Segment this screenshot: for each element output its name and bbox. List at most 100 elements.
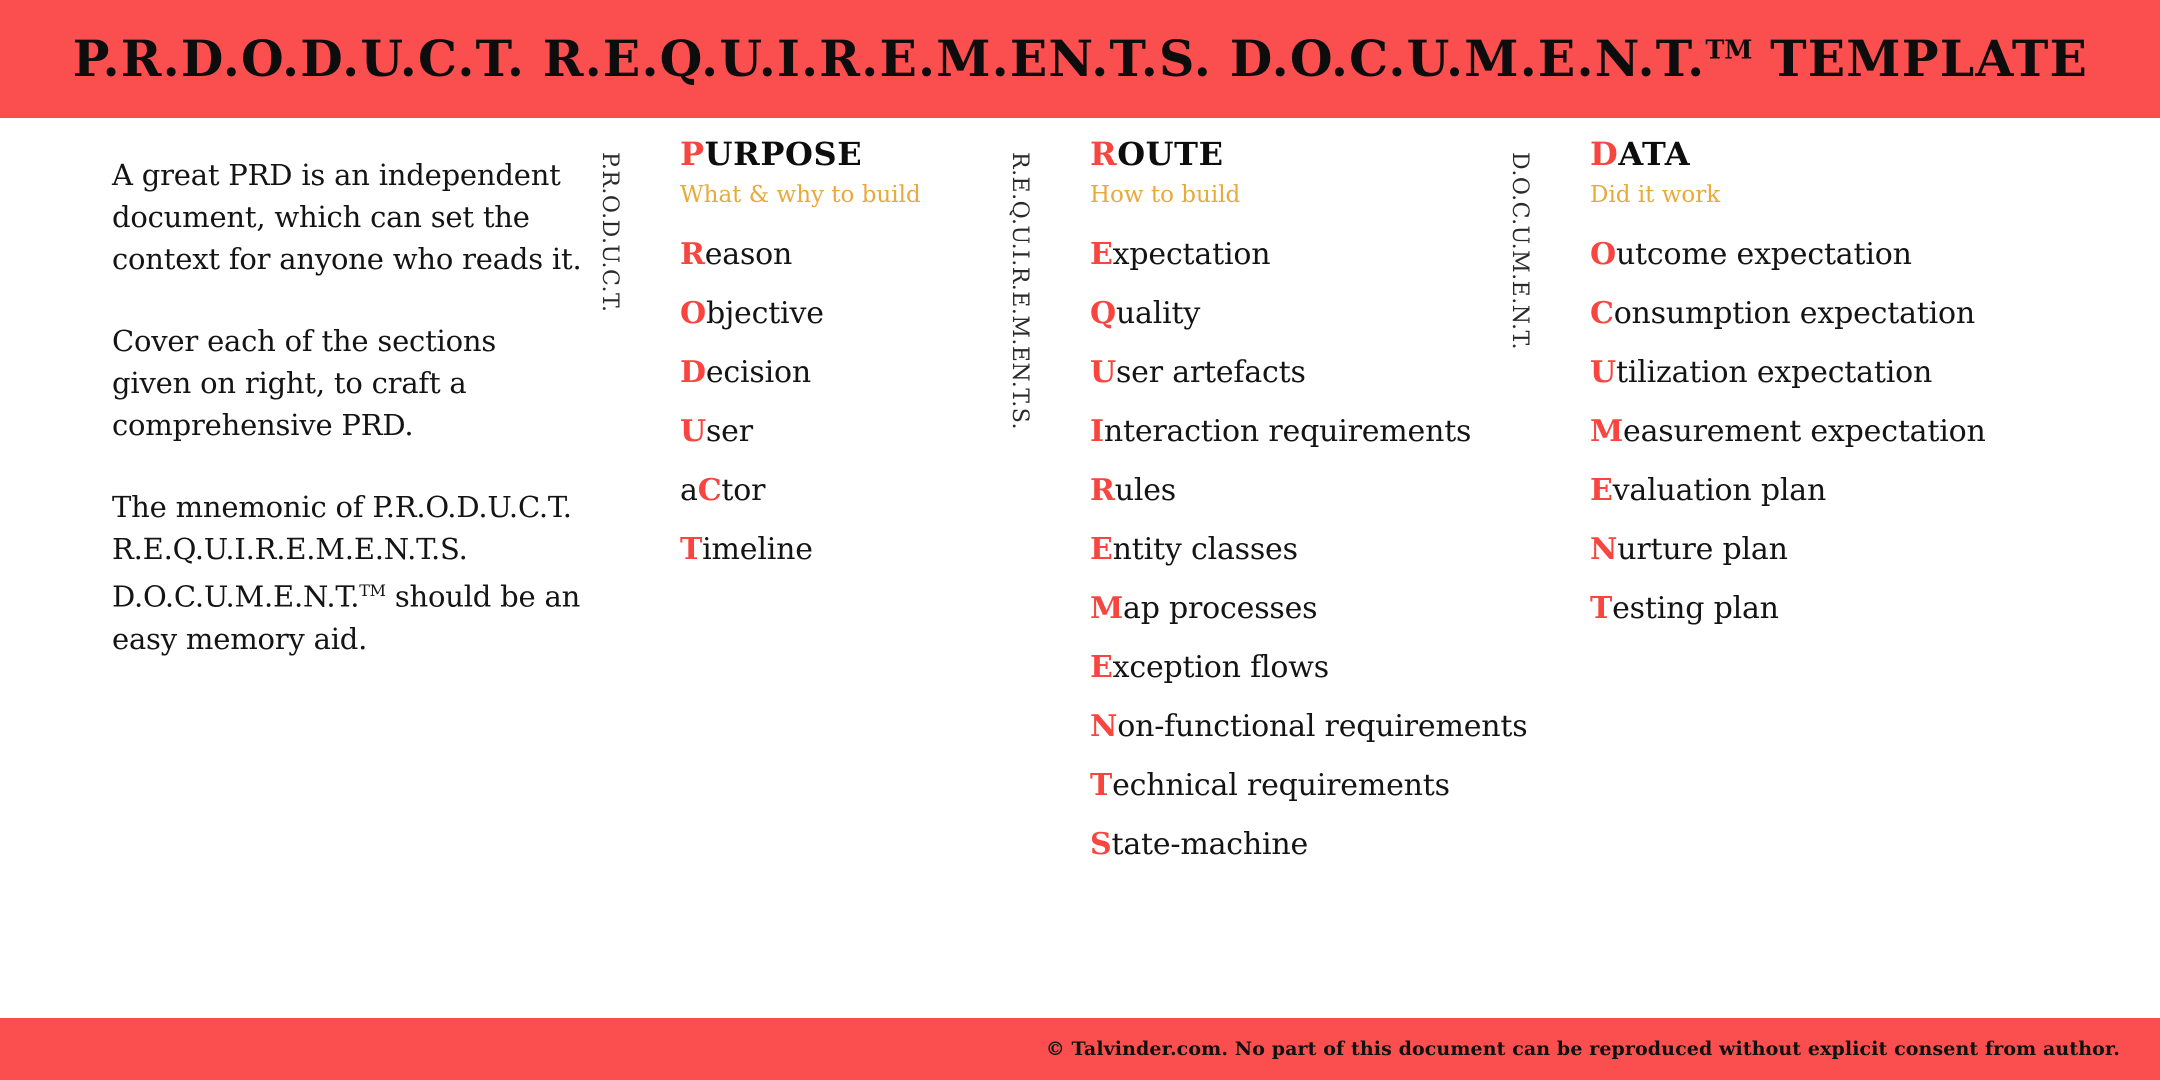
list-item: Quality (1090, 299, 1530, 329)
list-item-prefix: a (680, 473, 698, 508)
intro-paragraph-1: A great PRD is an independent document, … (112, 158, 582, 276)
list-item-lead-letter: E (1090, 532, 1113, 567)
list-item-lead-letter: E (1090, 237, 1113, 272)
list-item: Utilization expectation (1590, 358, 2090, 388)
list-item-lead-letter: T (1590, 591, 1613, 626)
list-item-lead-letter: O (1590, 237, 1616, 272)
section-subtitle-purpose: What & why to build (680, 182, 921, 208)
intro-paragraph-3: The mnemonic of P.R.O.D.U.C.T. R.E.Q.U.I… (112, 486, 582, 660)
list-item-label: ap processes (1123, 591, 1318, 626)
list-item: Decision (680, 358, 950, 388)
list-item-label: xpectation (1112, 237, 1271, 272)
list-item-lead-letter: E (1590, 473, 1613, 508)
title-suffix: TEMPLATE (1769, 29, 2088, 88)
list-item-label: utcome expectation (1615, 237, 1912, 272)
list-item-lead-letter: N (1590, 532, 1618, 567)
section-route-items: Expectation Quality User artefacts Interact… (1090, 240, 1530, 860)
section-subtitle-route: How to build (1090, 182, 1241, 208)
intro-paragraph-2: Cover each of the sections given on righ… (112, 324, 497, 442)
section-title-lead: R (1090, 135, 1118, 173)
list-item-label: imeline (702, 532, 813, 567)
section-data-items: Outcome expectation Consumption expectati… (1590, 240, 2090, 624)
list-item-label: on-functional requirements (1117, 709, 1528, 744)
list-item: Expectation (1090, 240, 1530, 270)
section-title-rest: URPOSE (704, 135, 863, 173)
list-item: aCtor (680, 476, 950, 506)
intro-column: A great PRD is an independent document, … (112, 154, 582, 660)
section-route-content: ROUTE How to build Expectation Quality Use… (1090, 138, 1530, 860)
vertical-label-document: D.O.C.U.M.E.N.T. (1507, 152, 1532, 350)
list-item-lead-letter: U (680, 414, 706, 449)
list-item: Rules (1090, 476, 1530, 506)
list-item-label: tor (721, 473, 766, 508)
list-item: Testing plan (1590, 594, 2090, 624)
list-item: User artefacts (1090, 358, 1530, 388)
title-trademark-icon: TM (1705, 35, 1753, 66)
list-item-lead-letter: N (1090, 709, 1118, 744)
list-item-label: onsumption expectation (1613, 296, 1976, 331)
list-item-label: ecision (705, 355, 811, 390)
list-item: Nurture plan (1590, 535, 2090, 565)
section-title-rest: ATA (1618, 135, 1691, 173)
list-item: Technical requirements (1090, 771, 1530, 801)
list-item-lead-letter: M (1590, 414, 1624, 449)
footer-bar: © Talvinder.com. No part of this documen… (0, 1018, 2160, 1080)
section-subtitle-data: Did it work (1590, 182, 1721, 208)
list-item-label: nteraction requirements (1103, 414, 1472, 449)
section-title-rest: OUTE (1117, 135, 1224, 173)
list-item: Timeline (680, 535, 950, 565)
list-item-label: tilization expectation (1615, 355, 1933, 390)
section-title-purpose: PURPOSE (680, 138, 950, 170)
list-item: Reason (680, 240, 950, 270)
list-item-lead-letter: U (1590, 355, 1616, 390)
list-item: Exception flows (1090, 653, 1530, 683)
section-purpose-items: Reason Objective Decision User aCtor Timeline (680, 240, 950, 565)
list-item-lead-letter: T (680, 532, 703, 567)
list-item: Non-functional requirements (1090, 712, 1530, 742)
list-item-lead-letter: R (1090, 473, 1115, 508)
list-item-label: ser artefacts (1115, 355, 1306, 390)
section-title-lead: P (680, 135, 705, 173)
vertical-label-product: P.R.O.D.U.C.T. (597, 152, 622, 313)
section-purpose: P.R.O.D.U.C.T. PURPOSE What & why to bui… (597, 138, 950, 565)
list-item-label: ules (1114, 473, 1176, 508)
list-item-lead-letter: D (680, 355, 706, 390)
list-item-lead-letter: Q (1090, 296, 1116, 331)
section-purpose-content: PURPOSE What & why to build Reason Object… (680, 138, 950, 565)
list-item: Objective (680, 299, 950, 329)
list-item-label: bjective (705, 296, 824, 331)
list-item-label: uality (1115, 296, 1201, 331)
section-title-data: DATA (1590, 138, 2090, 170)
list-item-label: ser (705, 414, 753, 449)
list-item: Map processes (1090, 594, 1530, 624)
list-item: Measurement expectation (1590, 417, 2090, 447)
list-item: Consumption expectation (1590, 299, 2090, 329)
list-item: State-machine (1090, 830, 1530, 860)
title-part-product: P.R.D.O.D.U.C.T. (72, 29, 525, 88)
list-item: Entity classes (1090, 535, 1530, 565)
list-item-lead-letter: E (1090, 650, 1113, 685)
list-item-label: valuation plan (1612, 473, 1827, 508)
section-title-route: ROUTE (1090, 138, 1530, 170)
list-item-label: ntity classes (1112, 532, 1298, 567)
list-item-lead-letter: S (1090, 827, 1112, 862)
copyright-notice: © Talvinder.com. No part of this documen… (1045, 1038, 2120, 1060)
header-bar: P.R.D.O.D.U.C.T. R.E.Q.U.I.R.E.M.EN.T.S. D… (0, 0, 2160, 118)
list-item: Evaluation plan (1590, 476, 2090, 506)
list-item-label: esting plan (1612, 591, 1779, 626)
list-item-label: xception flows (1112, 650, 1329, 685)
list-item-lead-letter: R (680, 237, 705, 272)
prd-template-page: P.R.D.O.D.U.C.T. R.E.Q.U.I.R.E.M.EN.T.S. D… (0, 0, 2160, 1080)
list-item-lead-letter: O (680, 296, 706, 331)
list-item: Outcome expectation (1590, 240, 2090, 270)
page-title: P.R.D.O.D.U.C.T. R.E.Q.U.I.R.E.M.EN.T.S. D… (72, 34, 2087, 84)
list-item-lead-letter: C (697, 473, 722, 508)
intro-trademark-icon: TM (359, 581, 386, 600)
body-area: A great PRD is an independent document, … (0, 118, 2160, 1018)
list-item-lead-letter: T (1090, 768, 1113, 803)
section-data: D.O.C.U.M.E.N.T. DATA Did it work Outcom… (1507, 138, 2090, 624)
list-item-lead-letter: I (1090, 414, 1104, 449)
vertical-label-requirements: R.E.Q.U.I.R.E.M.EN.T.S. (1007, 152, 1032, 430)
list-item-label: eason (704, 237, 793, 272)
list-item-lead-letter: C (1590, 296, 1614, 331)
